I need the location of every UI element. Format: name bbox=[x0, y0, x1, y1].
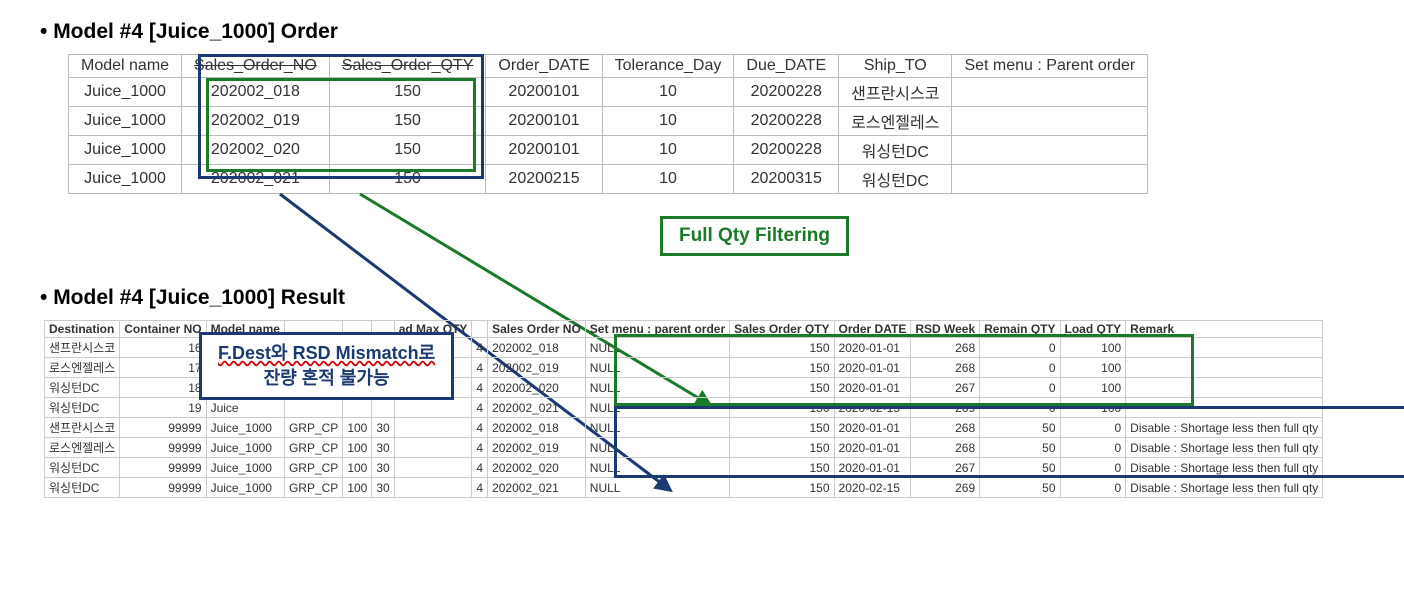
order-table: Model name Sales_Order_NO Sales_Order_QT… bbox=[68, 54, 1148, 194]
col-ddate: Due_DATE bbox=[734, 55, 839, 78]
col-ship: Ship_TO bbox=[839, 55, 952, 78]
r-sm: Set menu : parent order bbox=[585, 321, 729, 338]
r-dest: Destination bbox=[45, 321, 120, 338]
r-od: Order DATE bbox=[834, 321, 911, 338]
table-row: 워싱턴DC99999Juice_1000GRP_CP100304202002_0… bbox=[45, 458, 1323, 478]
table-row: Juice_1000202002_02015020200101102020022… bbox=[69, 136, 1148, 165]
col-tol: Tolerance_Day bbox=[602, 55, 734, 78]
r-rm: Remark bbox=[1126, 321, 1323, 338]
r-cno: Container NO bbox=[120, 321, 206, 338]
table-row: Juice_1000202002_02115020200215102020031… bbox=[69, 165, 1148, 194]
col-model: Model name bbox=[69, 55, 182, 78]
col-setmenu: Set menu : Parent order bbox=[952, 55, 1148, 78]
r-q bbox=[472, 321, 488, 338]
col-sqty: Sales_Order_QTY bbox=[329, 55, 486, 78]
r-rw: RSD Week bbox=[911, 321, 980, 338]
table-row: Juice_1000202002_01815020200101102020022… bbox=[69, 78, 1148, 107]
full-qty-label: Full Qty Filtering bbox=[660, 216, 849, 256]
r-lq: Load QTY bbox=[1060, 321, 1126, 338]
table-row: Juice_1000202002_01915020200101102020022… bbox=[69, 107, 1148, 136]
r-rq: Remain QTY bbox=[980, 321, 1060, 338]
table-row: 샌프란시스코99999Juice_1000GRP_CP100304202002_… bbox=[45, 418, 1323, 438]
navy-mismatch-label: F.Dest와 RSD Mismatch로 잔량 혼적 불가능 bbox=[199, 332, 454, 400]
r-sno: Sales Order NO bbox=[488, 321, 586, 338]
col-sno: Sales_Order_NO bbox=[182, 55, 330, 78]
section1-title: Model #4 [Juice_1000] Order bbox=[40, 20, 1364, 44]
col-odate: Order_DATE bbox=[486, 55, 602, 78]
r-sq: Sales Order QTY bbox=[730, 321, 834, 338]
table-row: 워싱턴DC19Juice4202002_021NULL1502020-02-15… bbox=[45, 398, 1323, 418]
section2-title: Model #4 [Juice_1000] Result bbox=[40, 286, 1364, 310]
table-row: 워싱턴DC99999Juice_1000GRP_CP100304202002_0… bbox=[45, 478, 1323, 498]
table-row: 로스엔젤레스99999Juice_1000GRP_CP100304202002_… bbox=[45, 438, 1323, 458]
